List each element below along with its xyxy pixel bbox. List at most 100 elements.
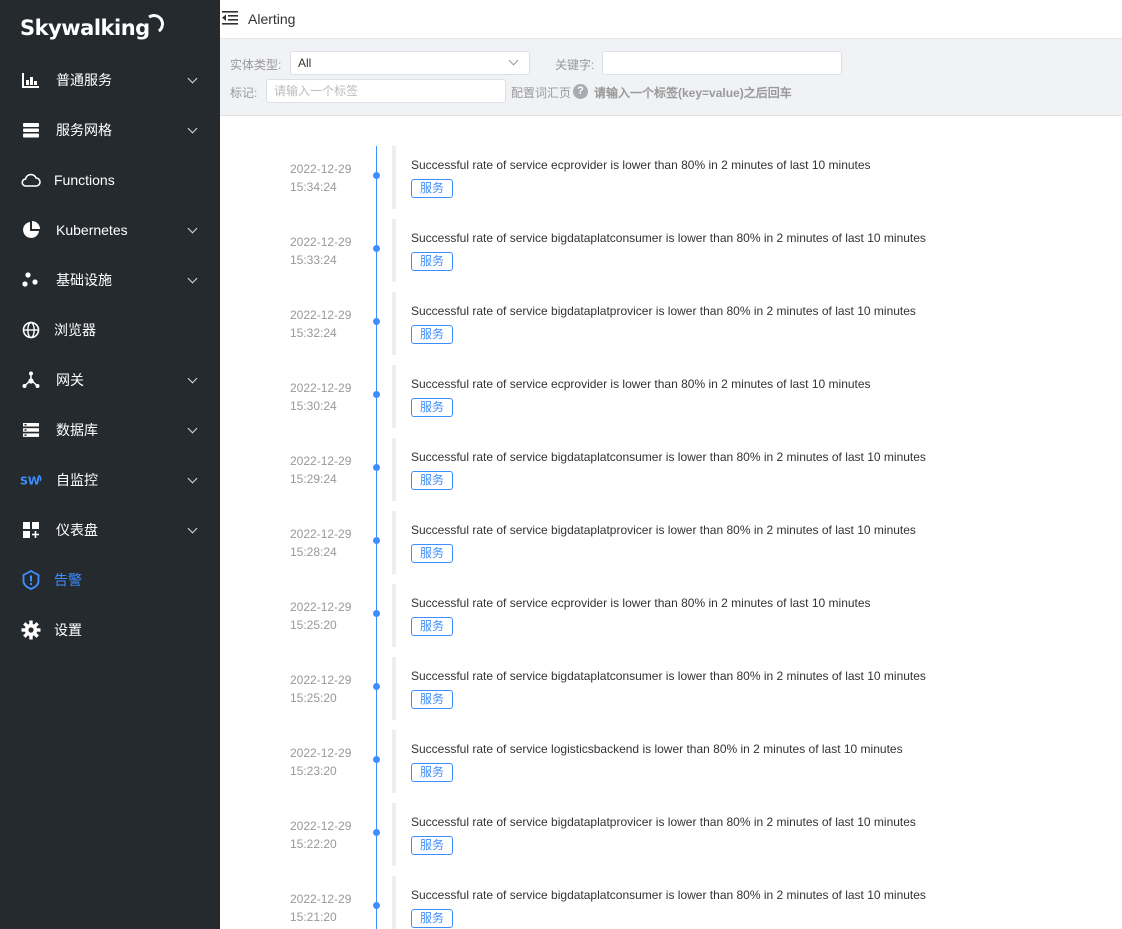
alert-item[interactable]: 2022-12-29 15:32:24 Successful rate of ser… bbox=[220, 292, 1122, 365]
svg-text:SW: SW bbox=[20, 475, 40, 487]
alert-message: Successful rate of service bigdataplatpr… bbox=[411, 815, 916, 829]
alert-timestamp: 2022-12-29 15:23:20 bbox=[290, 744, 351, 780]
alert-date: 2022-12-29 bbox=[290, 527, 352, 541]
alert-timestamp: 2022-12-29 15:22:20 bbox=[290, 817, 351, 853]
alert-shield-icon bbox=[20, 570, 42, 590]
alert-message: Successful rate of service bigdataplatco… bbox=[411, 669, 926, 683]
sidebar-item-4[interactable]: 基础设施 bbox=[0, 255, 220, 305]
alert-time: 15:32:24 bbox=[290, 326, 337, 340]
chevron-down-icon bbox=[508, 55, 519, 66]
sidebar-item-7[interactable]: 数据库 bbox=[0, 405, 220, 455]
tag-label: 标记: bbox=[230, 86, 258, 100]
alert-time: 15:25:20 bbox=[290, 691, 337, 705]
sidebar-item-0[interactable]: 普通服务 bbox=[0, 55, 220, 105]
timeline-dot bbox=[373, 464, 380, 471]
chevron-down-icon bbox=[187, 423, 198, 434]
alert-scope-tag: 服务 bbox=[411, 836, 454, 855]
alert-timestamp: 2022-12-29 15:29:24 bbox=[290, 452, 351, 488]
alert-item[interactable]: 2022-12-29 15:22:20 Successful rate of ser… bbox=[220, 803, 1122, 876]
alert-item[interactable]: 2022-12-29 15:25:20 Successful rate of ser… bbox=[220, 584, 1122, 657]
chevron-down-icon bbox=[187, 523, 198, 534]
alert-message: Successful rate of service ecprovider is… bbox=[411, 596, 871, 610]
alert-marker-bar bbox=[392, 730, 396, 793]
alert-item[interactable]: 2022-12-29 15:33:24 Successful rate of ser… bbox=[220, 219, 1122, 292]
entity-type-value: All bbox=[298, 56, 312, 70]
sidebar-item-5[interactable]: 浏览器 bbox=[0, 305, 220, 355]
page-title: Alerting bbox=[248, 11, 296, 27]
sidebar-item-10[interactable]: 告警 bbox=[0, 555, 220, 605]
alert-date: 2022-12-29 bbox=[290, 819, 352, 833]
alert-timeline: 2022-12-29 15:34:24 Successful rate of ser… bbox=[220, 116, 1122, 929]
sidebar-item-3[interactable]: Kubernetes bbox=[0, 205, 220, 255]
alert-time: 15:22:20 bbox=[290, 837, 337, 851]
sidebar: Skywalking 普通服务服务网格 Functions Kubernetes 基础… bbox=[0, 0, 220, 929]
alert-marker-bar bbox=[392, 219, 396, 282]
database-icon bbox=[20, 420, 42, 440]
chevron-down-icon bbox=[187, 473, 198, 484]
alert-item[interactable]: 2022-12-29 15:23:20 Successful rate of ser… bbox=[220, 730, 1122, 803]
vocab-link[interactable]: 配置词汇页 bbox=[511, 84, 571, 101]
alert-message: Successful rate of service bigdataplatpr… bbox=[411, 304, 916, 318]
alert-marker-bar bbox=[392, 511, 396, 574]
sidebar-item-label: 自监控 bbox=[56, 472, 98, 488]
sidebar-menu: 普通服务 服务网格 Functions Kubernetes 基础设施 浏览器 网关 数据库 S… bbox=[0, 55, 220, 655]
alert-date: 2022-12-29 bbox=[290, 162, 352, 176]
alert-marker-bar bbox=[392, 292, 396, 355]
alert-scope-tag: 服务 bbox=[411, 325, 454, 344]
alert-item[interactable]: 2022-12-29 15:28:24 Successful rate of ser… bbox=[220, 511, 1122, 584]
globe-icon bbox=[20, 320, 42, 340]
sidebar-item-9[interactable]: 仪表盘 bbox=[0, 505, 220, 555]
sidebar-item-label: Kubernetes bbox=[56, 222, 128, 238]
alert-date: 2022-12-29 bbox=[290, 892, 352, 906]
chevron-down-icon bbox=[187, 123, 198, 134]
entity-type-select[interactable]: All bbox=[290, 51, 530, 75]
skywalking-logo[interactable]: Skywalking bbox=[20, 12, 166, 44]
alert-item[interactable]: 2022-12-29 15:30:24 Successful rate of ser… bbox=[220, 365, 1122, 438]
alert-marker-bar bbox=[392, 365, 396, 428]
sidebar-item-label: 服务网格 bbox=[56, 122, 112, 138]
sidebar-item-label: 网关 bbox=[56, 372, 84, 388]
alert-scope-tag: 服务 bbox=[411, 544, 454, 563]
timeline-dot bbox=[373, 829, 380, 836]
sidebar-item-11[interactable]: 设置 bbox=[0, 605, 220, 655]
alert-item[interactable]: 2022-12-29 15:29:24 Successful rate of ser… bbox=[220, 438, 1122, 511]
cloud-icon bbox=[20, 170, 42, 190]
alert-message: Successful rate of service bigdataplatpr… bbox=[411, 523, 916, 537]
sidebar-item-6[interactable]: 网关 bbox=[0, 355, 220, 405]
chevron-down-icon bbox=[187, 223, 198, 234]
tag-input[interactable] bbox=[266, 79, 506, 103]
keyword-input[interactable] bbox=[602, 51, 842, 75]
alert-time: 15:30:24 bbox=[290, 399, 337, 413]
alert-timestamp: 2022-12-29 15:28:24 bbox=[290, 525, 351, 561]
timeline-dot bbox=[373, 318, 380, 325]
entity-type-label: 实体类型: bbox=[230, 58, 282, 72]
timeline-dot bbox=[373, 756, 380, 763]
alert-timestamp: 2022-12-29 15:25:20 bbox=[290, 598, 351, 634]
timeline-dot bbox=[373, 537, 380, 544]
sidebar-item-label: 基础设施 bbox=[56, 272, 112, 288]
alert-item[interactable]: 2022-12-29 15:21:20 Successful rate of ser… bbox=[220, 876, 1122, 929]
bar-chart-icon bbox=[20, 70, 42, 90]
chevron-down-icon bbox=[187, 73, 198, 84]
alert-time: 15:21:20 bbox=[290, 910, 337, 924]
gear-icon bbox=[20, 620, 42, 640]
alert-item[interactable]: 2022-12-29 15:34:24 Successful rate of ser… bbox=[220, 146, 1122, 219]
alert-scope-tag: 服务 bbox=[411, 617, 454, 636]
sidebar-item-8[interactable]: SW 自监控 bbox=[0, 455, 220, 505]
menu-fold-icon[interactable] bbox=[222, 11, 238, 25]
chevron-down-icon bbox=[187, 273, 198, 284]
alert-time: 15:28:24 bbox=[290, 545, 337, 559]
tag-hint: 请输入一个标签(key=value)之后回车 bbox=[594, 86, 792, 100]
alert-marker-bar bbox=[392, 438, 396, 501]
sidebar-item-1[interactable]: 服务网格 bbox=[0, 105, 220, 155]
sidebar-item-2[interactable]: Functions bbox=[0, 155, 220, 205]
alert-timestamp: 2022-12-29 15:25:20 bbox=[290, 671, 351, 707]
alert-scope-tag: 服务 bbox=[411, 471, 454, 490]
alert-message: Successful rate of service ecprovider is… bbox=[411, 377, 871, 391]
alert-marker-bar bbox=[392, 584, 396, 647]
alert-marker-bar bbox=[392, 876, 396, 929]
alert-scope-tag: 服务 bbox=[411, 179, 454, 198]
alert-timestamp: 2022-12-29 15:21:20 bbox=[290, 890, 351, 926]
help-icon[interactable]: ? bbox=[573, 84, 588, 99]
alert-item[interactable]: 2022-12-29 15:25:20 Successful rate of ser… bbox=[220, 657, 1122, 730]
